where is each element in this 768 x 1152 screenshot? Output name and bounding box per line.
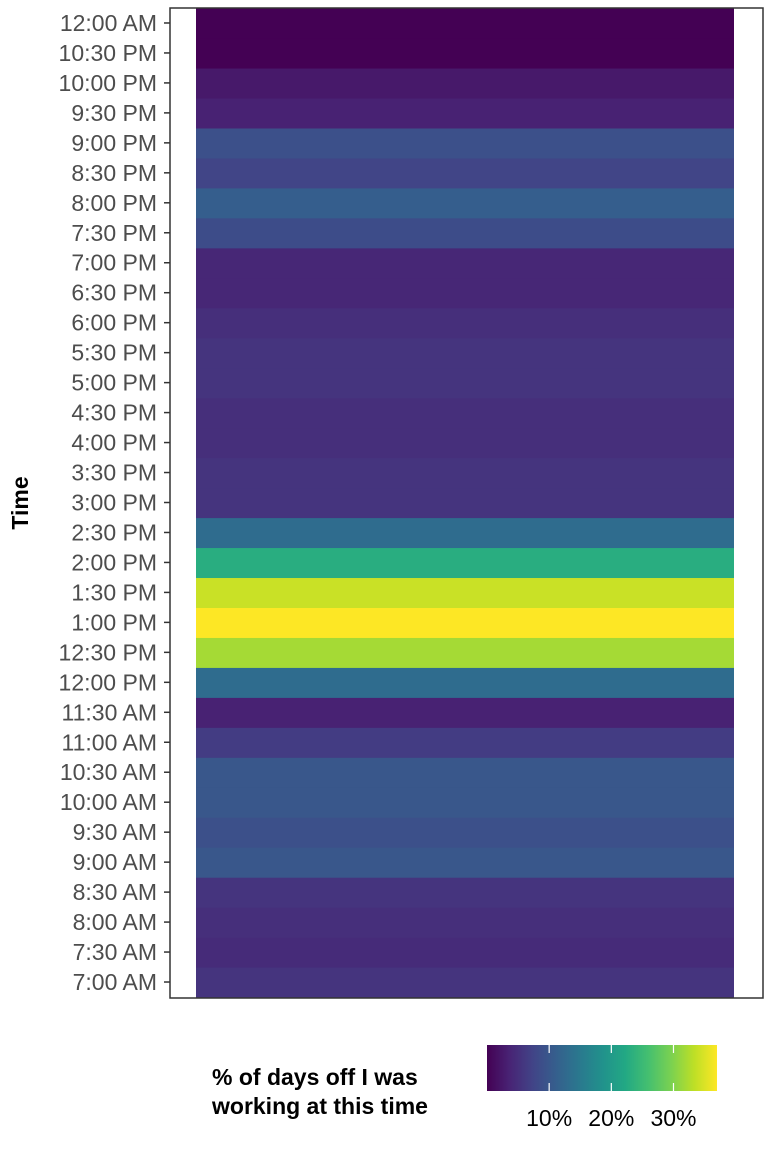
- y-tick-label: 12:00 PM: [59, 669, 157, 695]
- heatmap-cell: [196, 367, 734, 399]
- heatmap-cell: [196, 397, 734, 429]
- y-tick-label: 1:30 PM: [71, 579, 157, 605]
- legend-tick-label: 10%: [526, 1105, 572, 1131]
- heatmap-cell: [196, 67, 734, 99]
- y-tick-label: 10:30 AM: [60, 759, 157, 785]
- heatmap-cell: [196, 217, 734, 249]
- y-tick-label: 4:30 PM: [71, 400, 157, 426]
- heatmap-cell: [196, 667, 734, 698]
- legend-title-line-1: % of days off I was: [212, 1064, 418, 1090]
- y-tick-label: 3:00 PM: [71, 490, 157, 516]
- y-tick-label: 10:00 AM: [60, 789, 157, 815]
- y-tick-label: 9:30 PM: [71, 100, 157, 126]
- y-tick-label: 8:30 PM: [71, 160, 157, 186]
- y-tick-label: 4:00 PM: [71, 430, 157, 456]
- heatmap-cell: [196, 157, 734, 189]
- heatmap-cell: [196, 727, 734, 758]
- y-tick-label: 7:30 PM: [71, 220, 157, 246]
- y-tick-label: 7:00 PM: [71, 250, 157, 276]
- y-tick-label: 1:00 PM: [71, 609, 157, 635]
- heatmap-cell: [196, 187, 734, 219]
- y-tick-label: 12:30 PM: [59, 639, 157, 665]
- heatmap-cell: [196, 247, 734, 279]
- legend-title-line-2: working at this time: [211, 1093, 428, 1119]
- y-tick-label: 11:00 AM: [62, 729, 157, 755]
- y-tick-label: 7:00 AM: [73, 969, 157, 995]
- heatmap-cell: [196, 517, 734, 549]
- heatmap-cell: [196, 97, 734, 129]
- legend-colorbar: [487, 1045, 717, 1091]
- y-tick-label: 2:30 PM: [71, 519, 157, 545]
- heatmap-cell: [196, 427, 734, 459]
- heatmap-cell: [196, 487, 734, 519]
- heatmap-cell: [196, 787, 734, 818]
- y-tick-label: 3:30 PM: [71, 460, 157, 486]
- y-tick-label: 8:30 AM: [73, 879, 157, 905]
- heatmap-cell: [196, 697, 734, 728]
- y-tick-label: 5:00 PM: [71, 370, 157, 396]
- legend: % of days off I was working at this time…: [211, 1045, 717, 1131]
- heatmap-cell: [196, 847, 734, 878]
- y-tick-label: 8:00 AM: [73, 909, 157, 935]
- heatmap-cell: [196, 937, 734, 968]
- heatmap-cell: [196, 307, 734, 339]
- y-tick-label: 10:30 PM: [59, 40, 157, 66]
- y-tick-label: 11:30 AM: [62, 699, 157, 725]
- y-tick-label: 2:00 PM: [71, 549, 157, 575]
- y-tick-label: 9:00 AM: [73, 849, 157, 875]
- y-tick-label: 12:00 AM: [60, 10, 157, 36]
- heatmap-cell: [196, 967, 734, 998]
- y-tick-label: 7:30 AM: [73, 939, 157, 965]
- heatmap-cell: [196, 547, 734, 579]
- heatmap-cell: [196, 907, 734, 938]
- heatmap-cell: [196, 127, 734, 159]
- heatmap-cell: [196, 337, 734, 369]
- legend-tick-label: 20%: [588, 1105, 634, 1131]
- heatmap-cell: [196, 607, 734, 638]
- y-tick-label: 10:00 PM: [59, 70, 157, 96]
- y-tick-label: 9:00 PM: [71, 130, 157, 156]
- heatmap-cell: [196, 877, 734, 908]
- heatmap-cell: [196, 757, 734, 788]
- y-tick-label: 6:30 PM: [71, 280, 157, 306]
- y-axis-title: Time: [7, 476, 33, 529]
- heatmap-chart: 7:00 AM 7:30 AM 8:00 AM 8:30 AM 9:00 AM 9:30 …: [7, 7, 764, 1131]
- y-tick-label: 5:30 PM: [71, 340, 157, 366]
- heatmap-cell: [196, 817, 734, 848]
- legend-tick-label: 30%: [650, 1105, 696, 1131]
- y-tick-label: 6:00 PM: [71, 310, 157, 336]
- y-tick-label: 8:00 PM: [71, 190, 157, 216]
- heatmap-cell: [196, 277, 734, 309]
- y-tick-label: 9:30 AM: [73, 819, 157, 845]
- heatmap-cells: [196, 8, 734, 998]
- heatmap-cell: [196, 37, 734, 69]
- heatmap-cell: [196, 457, 734, 489]
- heatmap-cell: [196, 8, 734, 39]
- heatmap-cell: [196, 577, 734, 608]
- heatmap-cell: [196, 637, 734, 668]
- y-axis: 7:00 AM 7:30 AM 8:00 AM 8:30 AM 9:00 AM 9:30 …: [59, 10, 170, 995]
